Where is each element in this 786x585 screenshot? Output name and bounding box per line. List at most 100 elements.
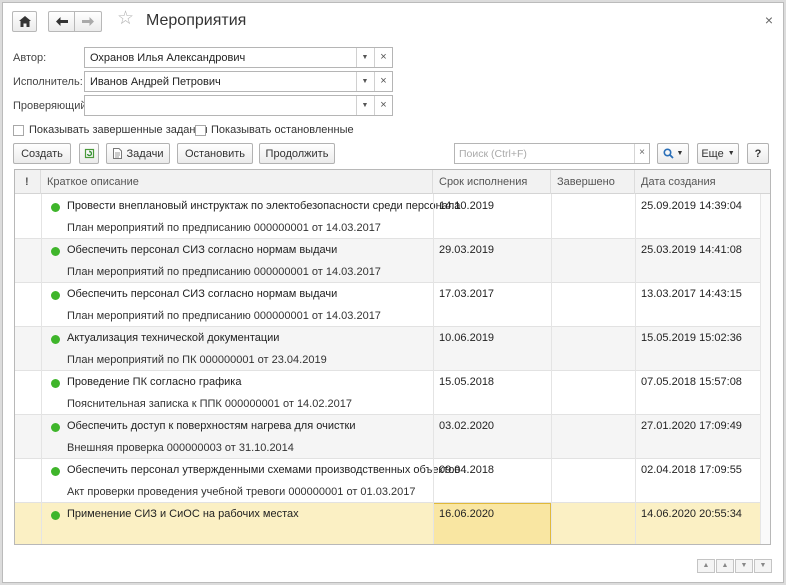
row-created-date: 13.03.2017 14:43:15 [641,288,742,300]
search-placeholder: Поиск (Ctrl+F) [459,148,527,160]
help-button-label: ? [754,147,762,160]
search-icon [663,148,674,159]
row-title: Обеспечить доступ к поверхностям нагрева… [67,420,356,432]
row-basis: План мероприятий по ПК 000000001 от 23.0… [67,354,327,366]
checker-field[interactable]: ▼ × [84,95,393,116]
executor-field[interactable]: Иванов Андрей Петрович ▼ × [84,71,393,92]
table-row[interactable]: Актуализация технической документации Пла… [15,327,770,371]
chevron-down-icon[interactable]: ▼ [356,72,373,91]
home-icon [18,16,31,27]
create-button-label: Создать [21,147,63,160]
column-divider [635,194,636,544]
forward-button[interactable] [74,11,102,32]
status-dot-icon [51,291,60,300]
row-due-date: 14.10.2019 [439,200,495,212]
column-divider [551,194,552,544]
status-dot-icon [51,423,60,432]
tasks-button[interactable]: Задачи [106,143,170,164]
clear-icon[interactable]: × [374,96,392,115]
show-completed-checkbox[interactable]: Показывать завершенные задания [13,124,208,136]
status-dot-icon [51,335,60,344]
star-icon[interactable]: ☆ [117,9,134,28]
events-table: ! Краткое описание Срок исполнения Завер… [14,169,771,545]
column-header-done[interactable]: Завершено [551,170,635,194]
vertical-scrollbar[interactable] [760,194,770,544]
column-header-due[interactable]: Срок исполнения [433,170,551,194]
column-header-priority[interactable]: ! [15,170,41,194]
column-header-description[interactable]: Краткое описание [41,170,433,194]
window: ☆ Мероприятия × Автор: Охранов Илья Алек… [2,2,784,583]
checkbox-box[interactable] [195,124,206,136]
close-icon[interactable]: × [765,12,773,28]
continue-button-label: Продолжить [265,147,329,160]
search-button[interactable]: ▼ [657,143,689,164]
home-button[interactable] [12,11,37,32]
table-header: ! Краткое описание Срок исполнения Завер… [15,170,770,194]
continue-button[interactable]: Продолжить [259,143,335,164]
row-title: Применение СИЗ и СиОС на рабочих местах [67,508,299,520]
clear-icon[interactable]: × [374,72,392,91]
table-row[interactable]: Провести внеплановый инструктаж по элект… [15,195,770,239]
search-input[interactable]: Поиск (Ctrl+F) × [454,143,650,164]
chevron-down-icon[interactable]: ▼ [356,96,373,115]
status-dot-icon [51,467,60,476]
scroll-up-button[interactable]: ▲ [716,559,734,573]
scroll-down-button[interactable]: ▼ [735,559,753,573]
more-button-label: Еще [701,147,724,160]
row-basis: Внешняя проверка 000000003 от 31.10.2014 [67,442,294,454]
refresh-icon [84,148,94,159]
show-stopped-checkbox[interactable]: Показывать остановленные [195,124,354,136]
row-basis: План мероприятий по предписанию 00000000… [67,222,381,234]
table-row[interactable]: Обеспечить доступ к поверхностям нагрева… [15,415,770,459]
row-created-date: 07.05.2018 15:57:08 [641,376,742,388]
create-button[interactable]: Создать [13,143,71,164]
table-row[interactable]: Проведение ПК согласно графика Пояснитель… [15,371,770,415]
stop-button-label: Остановить [184,147,246,160]
column-header-created[interactable]: Дата создания [635,170,770,194]
row-basis: План мероприятий по предписанию 00000000… [67,310,381,322]
tasks-button-label: Задачи [126,147,164,160]
author-field[interactable]: Охранов Илья Александрович ▼ × [84,47,393,68]
row-due-date: 09.04.2018 [439,464,495,476]
row-created-date: 27.01.2020 17:09:49 [641,420,742,432]
table-row[interactable]: Обеспечить персонал СИЗ согласно нормам … [15,239,770,283]
row-title: Провести внеплановый инструктаж по элект… [67,200,461,212]
chevron-down-icon: ▼ [676,150,684,157]
table-row[interactable]: Применение СИЗ и СиОС на рабочих местах 1… [15,503,770,544]
stop-button[interactable]: Остановить [177,143,253,164]
status-dot-icon [51,379,60,388]
clear-icon[interactable]: × [374,48,392,67]
row-title: Обеспечить персонал СИЗ согласно нормам … [67,288,338,300]
row-title: Актуализация технической документации [67,332,280,344]
row-created-date: 14.06.2020 20:55:34 [641,508,742,520]
table-row[interactable]: Обеспечить персонал утвержденными схемам… [15,459,770,503]
table-row[interactable]: Обеспечить персонал СИЗ согласно нормам … [15,283,770,327]
scroll-bottom-button[interactable]: ▼ [754,559,772,573]
more-button[interactable]: Еще ▼ [697,143,739,164]
column-divider [41,194,42,544]
checker-label: Проверяющий: [13,100,90,112]
arrow-left-icon [55,17,68,26]
author-value: Охранов Илья Александрович [90,52,246,64]
checkbox-box[interactable] [13,124,24,136]
document-icon [112,148,122,159]
row-due-date: 16.06.2020 [439,508,495,520]
column-divider [433,194,434,544]
row-basis: Пояснительная записка к ППК 000000001 от… [67,398,352,410]
row-created-date: 02.04.2018 17:09:55 [641,464,742,476]
arrow-right-icon [82,17,94,26]
show-stopped-label: Показывать остановленные [211,124,354,136]
chevron-down-icon[interactable]: ▼ [356,48,373,67]
help-button[interactable]: ? [747,143,769,164]
author-label: Автор: [13,52,47,64]
row-due-date: 15.05.2018 [439,376,495,388]
status-dot-icon [51,247,60,256]
row-due-date: 17.03.2017 [439,288,495,300]
clear-search-icon[interactable]: × [634,144,649,163]
refresh-button[interactable] [79,143,99,164]
row-due-date: 29.03.2019 [439,244,495,256]
title-bar: ☆ Мероприятия × [3,3,783,39]
scroll-top-button[interactable]: ▲ [697,559,715,573]
back-button[interactable] [48,11,75,32]
row-title: Проведение ПК согласно графика [67,376,242,388]
